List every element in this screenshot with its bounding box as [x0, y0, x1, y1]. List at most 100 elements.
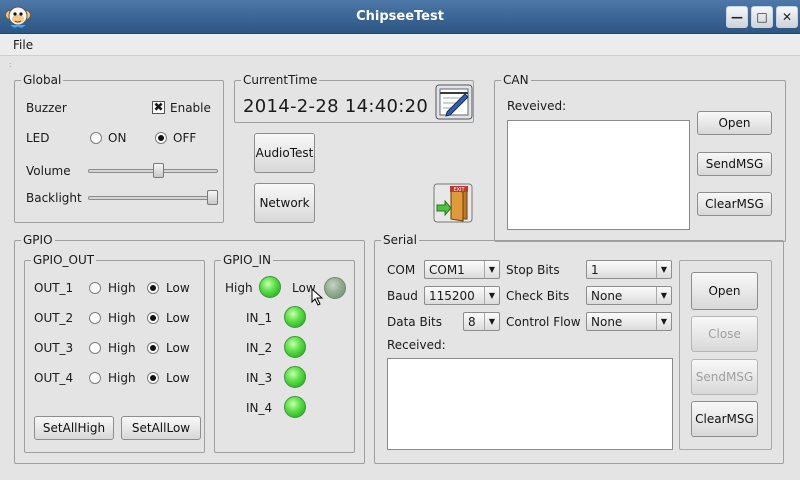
- out-2-high-radio[interactable]: [89, 312, 101, 324]
- global-title: Global: [21, 73, 64, 87]
- data-bits-label: Data Bits: [387, 315, 442, 329]
- in-1-led: [284, 306, 306, 328]
- maximize-button[interactable]: □: [751, 6, 773, 28]
- close-button[interactable]: ✕: [776, 6, 798, 28]
- out-3-low-radio[interactable]: [147, 342, 159, 354]
- gpio-out-title: GPIO_OUT: [31, 253, 97, 267]
- enable-label: Enable: [170, 101, 211, 115]
- mouse-cursor-icon: [311, 288, 324, 306]
- led-off-label: OFF: [173, 131, 197, 145]
- can-title: CAN: [501, 73, 531, 87]
- led-off-radio[interactable]: [155, 132, 167, 144]
- gpio-in-title: GPIO_IN: [221, 253, 274, 267]
- in-4-led: [284, 396, 306, 418]
- current-time-title: CurrentTime: [241, 73, 320, 87]
- out-3-high-radio[interactable]: [89, 342, 101, 354]
- out-3-high-label: High: [108, 341, 136, 355]
- data-bits-select[interactable]: 8 ▼: [463, 312, 500, 331]
- chevron-down-icon: ▼: [484, 313, 499, 330]
- out-2-low-radio[interactable]: [147, 312, 159, 324]
- menu-bar: File: [0, 34, 800, 56]
- control-flow-value: None: [591, 315, 623, 329]
- serial-clear-button[interactable]: ClearMSG: [691, 401, 758, 437]
- volume-slider-handle[interactable]: [153, 163, 164, 178]
- can-open-button[interactable]: Open: [697, 111, 772, 135]
- high-legend-led: [259, 276, 281, 298]
- out-2-low-label: Low: [166, 311, 190, 325]
- com-value: COM1: [429, 263, 465, 277]
- out-4-high-radio[interactable]: [89, 372, 101, 384]
- check-bits-value: None: [591, 289, 623, 303]
- window-title: ChipseeTest: [356, 9, 444, 24]
- com-label: COM: [387, 263, 416, 277]
- notepad-edit-icon[interactable]: [435, 84, 473, 120]
- out-4-label: OUT_4: [34, 371, 74, 385]
- svg-text:EXIT: EXIT: [453, 187, 465, 193]
- minimize-button[interactable]: —: [726, 6, 748, 28]
- gpio-in-high-legend: High: [225, 281, 253, 295]
- stop-bits-select[interactable]: 1 ▼: [586, 260, 672, 279]
- volume-label: Volume: [26, 164, 71, 178]
- minimize-icon: —: [731, 10, 743, 24]
- out-1-high-label: High: [108, 281, 136, 295]
- chevron-down-icon: ▼: [656, 287, 671, 304]
- chevron-down-icon: ▼: [656, 313, 671, 330]
- control-flow-label: Control Flow: [506, 315, 581, 329]
- out-2-high-label: High: [108, 311, 136, 325]
- check-bits-label: Check Bits: [506, 289, 570, 303]
- toolbar-grip: ..: [9, 57, 12, 69]
- in-3-label: IN_3: [246, 371, 273, 385]
- out-4-high-label: High: [108, 371, 136, 385]
- out-4-low-label: Low: [166, 371, 190, 385]
- audio-test-button[interactable]: AudioTest: [254, 133, 315, 173]
- can-send-button[interactable]: SendMSG: [697, 152, 772, 176]
- set-all-high-button[interactable]: SetAllHigh: [34, 416, 114, 440]
- out-4-low-radio[interactable]: [147, 372, 159, 384]
- out-1-label: OUT_1: [34, 281, 74, 295]
- in-4-label: IN_4: [246, 401, 273, 415]
- led-on-label: ON: [108, 131, 127, 145]
- close-icon: ✕: [781, 10, 793, 24]
- time-display: 2014-2-28 14:40:20: [243, 96, 429, 117]
- serial-open-button[interactable]: Open: [691, 272, 758, 310]
- exit-door-icon[interactable]: EXIT: [433, 183, 473, 223]
- control-flow-select[interactable]: None ▼: [586, 312, 672, 331]
- baud-value: 115200: [429, 289, 475, 303]
- stop-bits-label: Stop Bits: [506, 263, 560, 277]
- baud-label: Baud: [387, 289, 418, 303]
- buzzer-label: Buzzer: [26, 101, 67, 115]
- in-3-led: [284, 366, 306, 388]
- com-select[interactable]: COM1 ▼: [424, 260, 500, 279]
- led-on-radio[interactable]: [90, 132, 102, 144]
- data-bits-value: 8: [468, 315, 476, 329]
- serial-title: Serial: [381, 233, 419, 247]
- can-received-label: Reveived:: [507, 99, 567, 113]
- led-label: LED: [26, 131, 50, 145]
- maximize-icon: □: [756, 10, 768, 24]
- chevron-down-icon: ▼: [484, 287, 499, 304]
- check-bits-select[interactable]: None ▼: [586, 286, 672, 305]
- backlight-slider[interactable]: [88, 196, 218, 200]
- title-bar: ChipseeTest — □ ✕: [0, 0, 800, 34]
- baud-select[interactable]: 115200 ▼: [424, 286, 500, 305]
- out-3-low-label: Low: [166, 341, 190, 355]
- out-1-low-radio[interactable]: [147, 282, 159, 294]
- out-1-high-radio[interactable]: [89, 282, 101, 294]
- out-1-low-label: Low: [166, 281, 190, 295]
- in-1-label: IN_1: [246, 311, 273, 325]
- serial-send-button[interactable]: SendMSG: [691, 359, 758, 395]
- serial-close-button[interactable]: Close: [691, 316, 758, 352]
- can-received-textarea[interactable]: [507, 120, 690, 230]
- set-all-low-button[interactable]: SetAllLow: [121, 416, 201, 440]
- enable-checkbox[interactable]: ✖: [152, 101, 165, 114]
- network-button[interactable]: Network: [254, 183, 315, 223]
- chevron-down-icon: ▼: [484, 261, 499, 278]
- in-2-label: IN_2: [246, 341, 273, 355]
- out-3-label: OUT_3: [34, 341, 74, 355]
- chevron-down-icon: ▼: [656, 261, 671, 278]
- serial-received-textarea[interactable]: [387, 358, 673, 450]
- menu-file[interactable]: File: [13, 38, 33, 52]
- backlight-slider-handle[interactable]: [207, 190, 218, 205]
- gpio-title: GPIO: [21, 233, 55, 247]
- can-clear-button[interactable]: ClearMSG: [697, 192, 772, 216]
